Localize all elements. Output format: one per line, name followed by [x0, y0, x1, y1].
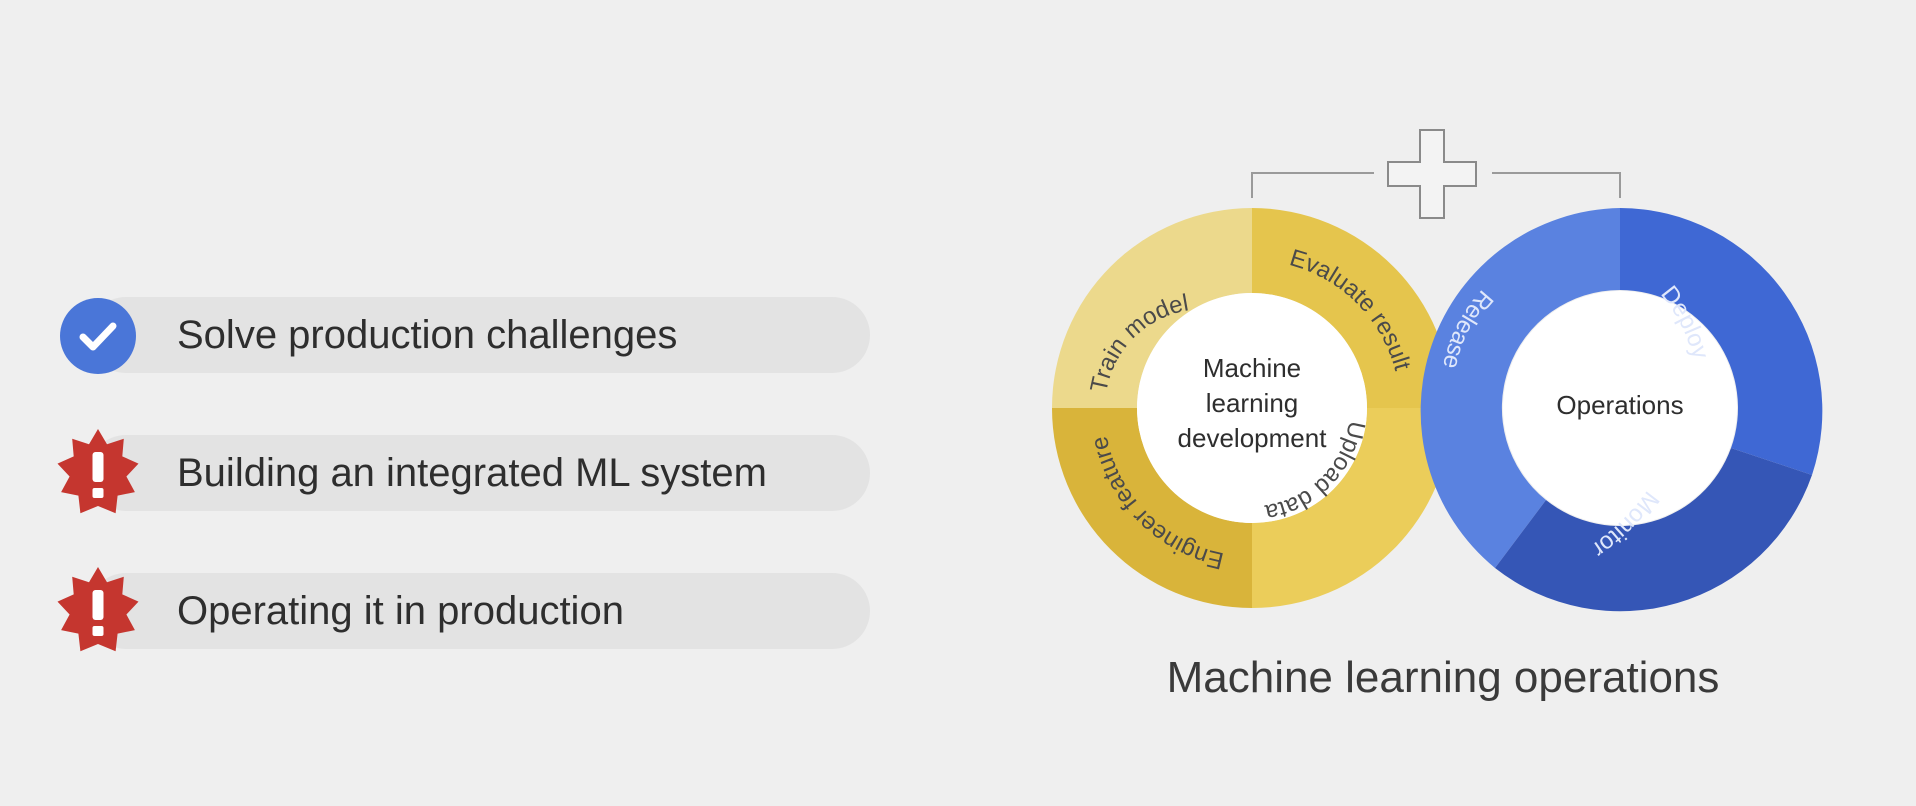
center-label-line: Machine	[1203, 353, 1301, 383]
center-label-line: development	[1178, 423, 1328, 453]
center-label-line: learning	[1206, 388, 1299, 418]
operations-center-label: Operations	[1556, 390, 1683, 420]
diagram-caption: Machine learning operations	[1167, 653, 1720, 702]
plus-icon	[1387, 129, 1477, 219]
mlops-diagram: Train model Evaluate result Upload data …	[1052, 129, 1823, 702]
